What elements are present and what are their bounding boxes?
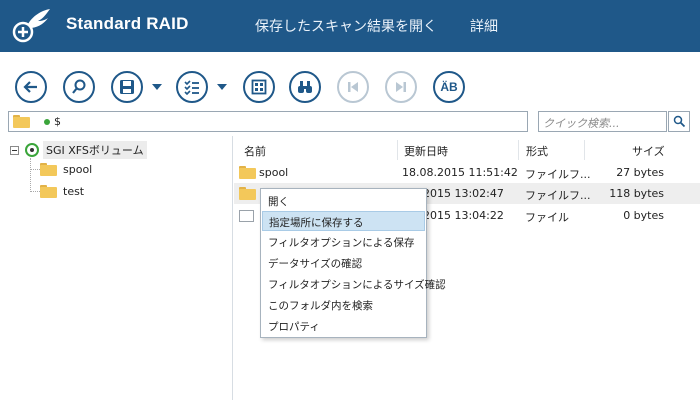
folder-icon: [239, 166, 256, 179]
context-menu-save-filtered[interactable]: フィルタオプションによる保存: [262, 232, 425, 252]
column-separator[interactable]: [397, 140, 398, 160]
tree-line: [30, 158, 31, 192]
quick-search-input[interactable]: クイック検索...: [538, 111, 667, 132]
row-type: ファイル: [525, 211, 569, 224]
skip-back-icon: [348, 82, 358, 92]
back-button[interactable]: [15, 71, 47, 103]
tree-root-label: SGI XFSボリューム: [43, 141, 147, 159]
list-options-button[interactable]: [176, 71, 208, 103]
binoculars-button[interactable]: [289, 71, 321, 103]
search-submit-button[interactable]: [668, 111, 690, 132]
toolbar: ÄB: [0, 52, 700, 108]
column-header-size[interactable]: サイズ: [632, 143, 665, 159]
app-logo-icon: [10, 6, 52, 46]
tree-line: [31, 191, 40, 192]
list-options-dropdown-arrow-icon[interactable]: [217, 84, 227, 90]
tree-item-label: test: [63, 185, 85, 198]
tree-item-spool[interactable]: spool: [40, 163, 92, 176]
row-type: ファイルフ...: [525, 189, 591, 202]
column-header-type[interactable]: 形式: [526, 143, 548, 159]
row-type: ファイルフ...: [525, 168, 591, 181]
search-icon: [673, 115, 685, 128]
folder-tree: SGI XFSボリューム spool test: [0, 136, 233, 400]
previous-button[interactable]: [337, 71, 369, 103]
tree-item-label: spool: [63, 163, 93, 176]
column-separator[interactable]: [518, 140, 519, 160]
arrow-left-icon: [23, 81, 37, 93]
floppy-disk-icon: [120, 80, 134, 94]
context-menu-check-size-filtered[interactable]: フィルタオプションによるサイズ確認: [262, 274, 446, 294]
binoculars-icon: [298, 81, 312, 93]
skip-forward-icon: [396, 82, 406, 92]
row-modified: 18.08.2015 11:51:42: [402, 166, 518, 179]
context-menu-open[interactable]: 開く: [262, 191, 425, 211]
address-bar[interactable]: $: [8, 111, 528, 132]
save-dropdown-arrow-icon[interactable]: [152, 84, 162, 90]
context-menu-properties[interactable]: プロパティ: [262, 316, 425, 336]
app-title: Standard RAID: [66, 14, 189, 33]
folder-icon: [13, 115, 30, 128]
folder-icon: [40, 185, 57, 198]
file-icon: [239, 210, 254, 222]
grid-icon: [251, 79, 267, 95]
folder-icon: [40, 163, 57, 176]
app-header: Standard RAID 保存したスキャン結果を開く 詳細: [0, 0, 700, 52]
folder-icon: [239, 187, 256, 200]
collapse-icon[interactable]: [10, 145, 19, 155]
find-button[interactable]: [63, 71, 95, 103]
volume-icon: [25, 143, 39, 157]
text-encoding-icon: ÄB: [440, 80, 458, 94]
next-button[interactable]: [385, 71, 417, 103]
row-name: spool: [259, 166, 289, 179]
tree-root-volume[interactable]: SGI XFSボリューム: [10, 141, 147, 159]
column-separator[interactable]: [584, 140, 585, 160]
row-size: 0 bytes: [623, 209, 664, 222]
context-menu-search-folder[interactable]: このフォルダ内を検索: [262, 295, 425, 315]
volume-status-dot-icon: [44, 119, 50, 125]
context-menu: 開く 指定場所に保存する フィルタオプションによる保存 データサイズの確認 フィ…: [260, 188, 446, 338]
tree-line: [31, 169, 40, 170]
search-icon: [72, 79, 86, 94]
column-header-name[interactable]: 名前: [244, 143, 266, 159]
context-menu-check-size[interactable]: データサイズの確認: [262, 253, 425, 273]
context-menu-save-to[interactable]: 指定場所に保存する: [262, 211, 425, 231]
menu-open-saved-scan[interactable]: 保存したスキャン結果を開く: [255, 16, 437, 36]
row-size: 118 bytes: [609, 187, 664, 200]
checklist-icon: [184, 80, 199, 96]
row-size: 27 bytes: [616, 166, 664, 179]
table-row[interactable]: spool 18.08.2015 11:51:42 ファイルフ... 27 by…: [234, 162, 700, 183]
save-button[interactable]: [111, 71, 143, 103]
charset-button[interactable]: ÄB: [433, 71, 465, 103]
menu-details[interactable]: 詳細: [470, 16, 498, 36]
address-path: $: [54, 115, 61, 128]
tree-item-test[interactable]: test: [40, 185, 84, 198]
column-header-modified[interactable]: 更新日時: [404, 143, 448, 159]
view-mode-button[interactable]: [243, 71, 275, 103]
